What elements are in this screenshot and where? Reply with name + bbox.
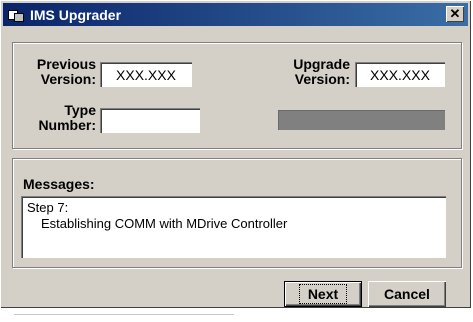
next-button-label: Next: [298, 284, 348, 304]
message-line: Establishing COMM with MDrive Controller: [41, 216, 288, 231]
previous-version-label: Previous Version:: [36, 56, 96, 87]
upgrade-version-label: Upgrade Version:: [293, 56, 350, 87]
previous-version-field[interactable]: XXX.XXX: [100, 62, 192, 87]
upgrader-window: IMS Upgrader ✕ Previous Version: XXX.XXX…: [0, 0, 471, 308]
type-number-field[interactable]: [100, 108, 200, 133]
upgrade-progress-bar: [278, 110, 445, 130]
app-window-icon: [8, 8, 24, 22]
next-button[interactable]: Next: [284, 281, 362, 307]
title-bar: IMS Upgrader ✕: [3, 3, 468, 26]
message-line: Step 7:: [27, 200, 69, 215]
type-number-label: Type Number:: [38, 102, 96, 133]
messages-box[interactable]: Step 7: Establishing COMM with MDrive Co…: [21, 196, 446, 258]
cancel-button[interactable]: Cancel: [368, 281, 446, 307]
divider: [14, 314, 234, 315]
cancel-button-label: Cancel: [384, 286, 430, 302]
upgrade-version-field[interactable]: XXX.XXX: [355, 62, 445, 87]
close-icon: ✕: [449, 6, 461, 21]
messages-label: Messages:: [23, 176, 95, 192]
close-button[interactable]: ✕: [446, 6, 464, 22]
window-title: IMS Upgrader: [30, 6, 122, 23]
